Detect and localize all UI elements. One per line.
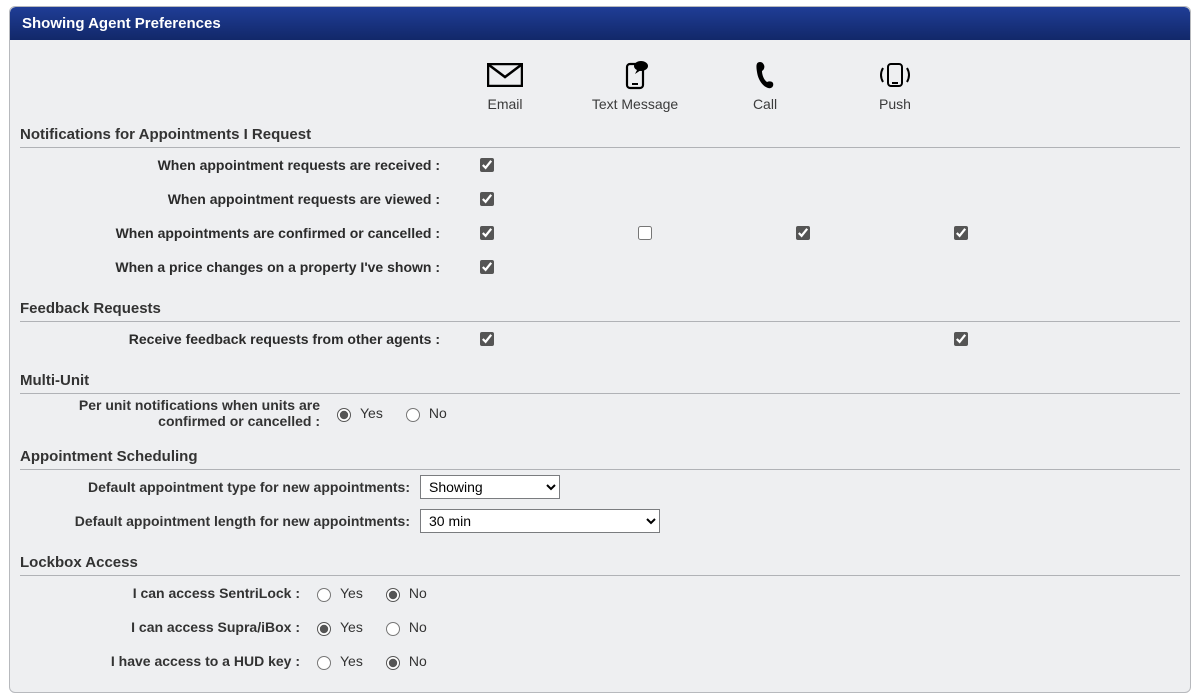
- call-icon: [700, 60, 830, 90]
- price-email-checkbox[interactable]: [480, 260, 494, 274]
- col-push: Push: [830, 60, 960, 112]
- col-push-label: Push: [830, 96, 960, 112]
- sentri-no-radio[interactable]: [386, 588, 400, 602]
- supra-no-label: No: [409, 619, 427, 635]
- row-received-label: When appointment requests are received :: [20, 157, 448, 173]
- row-confirmed: When appointments are confirmed or cance…: [20, 216, 1180, 250]
- col-call: Call: [700, 60, 830, 112]
- perunit-no-radio[interactable]: [406, 408, 420, 422]
- section-notifications-title: Notifications for Appointments I Request: [20, 122, 1180, 148]
- column-headers: Email Text Message Call Push: [20, 50, 1180, 122]
- row-hud: I have access to a HUD key : Yes No: [20, 644, 1180, 678]
- col-email: Email: [440, 60, 570, 112]
- col-call-label: Call: [700, 96, 830, 112]
- col-text-label: Text Message: [570, 96, 700, 112]
- panel-title: Showing Agent Preferences: [10, 7, 1190, 40]
- row-feedback-other-label: Receive feedback requests from other age…: [20, 331, 448, 347]
- col-text: Text Message: [570, 60, 700, 112]
- feedback-push-checkbox[interactable]: [954, 332, 968, 346]
- row-price-label: When a price changes on a property I've …: [20, 259, 448, 275]
- panel-body: Email Text Message Call Push: [10, 40, 1190, 692]
- perunit-yes-label: Yes: [360, 405, 383, 421]
- hud-no-radio[interactable]: [386, 656, 400, 670]
- row-price: When a price changes on a property I've …: [20, 250, 1180, 284]
- row-confirmed-label: When appointments are confirmed or cance…: [20, 225, 448, 241]
- perunit-label-line2: confirmed or cancelled :: [158, 413, 320, 429]
- hud-yes-label: Yes: [340, 653, 363, 669]
- confirmed-email-checkbox[interactable]: [480, 226, 494, 240]
- row-perunit: Per unit notifications when units are co…: [20, 394, 1180, 432]
- email-icon: [440, 60, 570, 90]
- row-sentri: I can access SentriLock : Yes No: [20, 576, 1180, 610]
- section-lockbox-title: Lockbox Access: [20, 550, 1180, 576]
- supra-yes-radio[interactable]: [317, 622, 331, 636]
- row-appt-type: Default appointment type for new appoint…: [20, 470, 1180, 504]
- supra-label: I can access Supra/iBox :: [20, 619, 312, 635]
- sentri-yes-label: Yes: [340, 585, 363, 601]
- viewed-email-checkbox[interactable]: [480, 192, 494, 206]
- preferences-panel: Showing Agent Preferences Email Text Mes…: [9, 6, 1191, 693]
- appt-length-select[interactable]: 30 min: [420, 509, 660, 533]
- perunit-yes-radio[interactable]: [337, 408, 351, 422]
- row-appt-length: Default appointment length for new appoi…: [20, 504, 1180, 538]
- supra-yes-label: Yes: [340, 619, 363, 635]
- confirmed-call-checkbox[interactable]: [796, 226, 810, 240]
- hud-no-label: No: [409, 653, 427, 669]
- hud-yes-radio[interactable]: [317, 656, 331, 670]
- perunit-label-line1: Per unit notifications when units are: [79, 397, 320, 413]
- perunit-no-label: No: [429, 405, 447, 421]
- supra-no-radio[interactable]: [386, 622, 400, 636]
- push-icon: [830, 60, 960, 90]
- row-viewed-label: When appointment requests are viewed :: [20, 191, 448, 207]
- confirmed-push-checkbox[interactable]: [954, 226, 968, 240]
- hud-label: I have access to a HUD key :: [20, 653, 312, 669]
- appt-length-label: Default appointment length for new appoi…: [20, 513, 420, 529]
- text-message-icon: [570, 60, 700, 90]
- row-viewed: When appointment requests are viewed :: [20, 182, 1180, 216]
- sentri-no-label: No: [409, 585, 427, 601]
- row-supra: I can access Supra/iBox : Yes No: [20, 610, 1180, 644]
- confirmed-text-checkbox[interactable]: [638, 226, 652, 240]
- sentri-yes-radio[interactable]: [317, 588, 331, 602]
- feedback-email-checkbox[interactable]: [480, 332, 494, 346]
- col-email-label: Email: [440, 96, 570, 112]
- section-multiunit-title: Multi-Unit: [20, 368, 1180, 394]
- section-scheduling-title: Appointment Scheduling: [20, 444, 1180, 470]
- received-email-checkbox[interactable]: [480, 158, 494, 172]
- row-perunit-label: Per unit notifications when units are co…: [20, 397, 332, 429]
- appt-type-select[interactable]: Showing: [420, 475, 560, 499]
- appt-type-label: Default appointment type for new appoint…: [20, 479, 420, 495]
- row-feedback-other: Receive feedback requests from other age…: [20, 322, 1180, 356]
- sentri-label: I can access SentriLock :: [20, 585, 312, 601]
- section-feedback-title: Feedback Requests: [20, 296, 1180, 322]
- row-received: When appointment requests are received :: [20, 148, 1180, 182]
